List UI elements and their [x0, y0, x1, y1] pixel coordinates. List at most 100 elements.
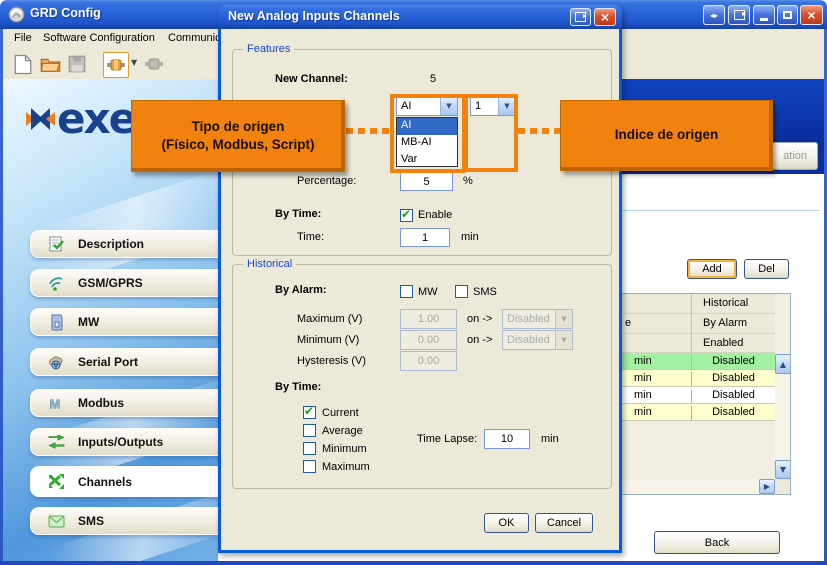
maximum-state-select[interactable]: Disabled▼ — [502, 309, 573, 329]
logo-text: exe — [57, 98, 135, 140]
time-lapse-input[interactable]: 10 — [484, 429, 530, 449]
average-label: Average — [322, 425, 363, 437]
maximum-checkbox[interactable] — [303, 460, 316, 473]
table-row[interactable]: minDisabled — [622, 387, 775, 404]
sms-checkbox[interactable] — [455, 285, 468, 298]
gsm-icon — [46, 274, 66, 292]
del-button[interactable]: Del — [744, 259, 789, 279]
panel-divider — [622, 210, 820, 211]
historical-by-time-label: By Time: — [275, 381, 321, 393]
maximum-input[interactable]: 1.00 — [400, 309, 457, 329]
time-lapse-label: Time Lapse: — [417, 433, 477, 445]
scrollbar-corner — [775, 479, 791, 495]
hysteresis-label: Hysteresis (V) — [297, 355, 366, 367]
maximum-on-label: on -> — [467, 313, 492, 325]
disconnected-device-icon[interactable] — [142, 52, 166, 76]
table-header-fragment: e — [625, 317, 631, 329]
minimum-checkbox[interactable] — [303, 442, 316, 455]
current-label: Current — [322, 407, 359, 419]
dialog-titlebar: New Analog Inputs Channels × — [218, 5, 622, 29]
sidebar-item-modbus[interactable]: M Modbus — [30, 389, 219, 417]
inputs-outputs-icon — [46, 433, 66, 451]
window-title: GRD Config — [30, 6, 101, 20]
minimum-input[interactable]: 0.00 — [400, 330, 457, 350]
time-label: Time: — [297, 231, 324, 243]
callout-source-type: Tipo de origen (Físico, Modbus, Script) — [131, 100, 345, 172]
toolbar-dropdown-arrow-icon[interactable]: ▼ — [131, 58, 137, 67]
time-lapse-unit: min — [541, 433, 559, 445]
percentage-unit: % — [463, 175, 473, 187]
minimum-option-label: Minimum — [322, 443, 367, 455]
window-border-bottom — [0, 561, 827, 565]
enable-checkbox[interactable] — [400, 209, 413, 222]
dialog-title: New Analog Inputs Channels — [228, 9, 400, 23]
time-input[interactable]: 1 — [400, 228, 450, 247]
percentage-input[interactable]: 5 — [400, 172, 453, 191]
modbus-icon: M — [46, 394, 66, 412]
table-column-divider — [691, 294, 692, 353]
ok-button[interactable]: OK — [484, 513, 529, 533]
table-row[interactable]: minDisabled — [622, 353, 775, 370]
minimum-label: Minimum (V) — [297, 334, 359, 346]
by-time-label: By Time: — [275, 208, 321, 220]
sidebar-item-mw[interactable]: MW — [30, 308, 219, 336]
table-header-by-alarm: e By Alarm — [622, 314, 775, 334]
new-channel-value: 5 — [430, 73, 436, 85]
dialog-close-icon[interactable]: × — [594, 8, 616, 26]
switch-panel-icon[interactable]: ◂▸ — [703, 5, 725, 25]
source-type-highlight — [390, 94, 466, 173]
percentage-label: Percentage: — [297, 175, 356, 187]
dialog-detach-icon[interactable] — [570, 8, 591, 26]
sms-label: SMS — [473, 286, 497, 298]
add-button[interactable]: Add — [687, 259, 737, 279]
sidebar-item-channels[interactable]: Channels — [30, 466, 219, 497]
source-index-highlight — [464, 94, 518, 172]
close-icon[interactable]: × — [800, 5, 823, 25]
scroll-up-icon[interactable]: ▲ — [775, 354, 791, 374]
maximum-label: Maximum (V) — [297, 313, 362, 325]
sms-icon — [46, 512, 66, 530]
description-icon — [46, 235, 66, 253]
menu-file[interactable]: File — [10, 32, 36, 44]
app-icon — [8, 6, 25, 23]
back-button[interactable]: Back — [654, 531, 780, 554]
callout-connector-right — [518, 128, 560, 134]
chevron-down-icon: ▼ — [555, 331, 572, 349]
dialog-new-analog-inputs-channels: New Analog Inputs Channels × Features Ne… — [218, 5, 622, 553]
by-alarm-label: By Alarm: — [275, 284, 327, 296]
open-folder-icon[interactable] — [38, 52, 62, 76]
horizontal-scrollbar[interactable] — [622, 479, 775, 495]
time-unit: min — [461, 231, 479, 243]
historical-legend: Historical — [243, 258, 296, 270]
enable-label: Enable — [418, 209, 452, 221]
average-checkbox[interactable] — [303, 424, 316, 437]
menu-software-configuration[interactable]: Software Configuration — [39, 32, 159, 44]
table-header-enabled: Enabled — [622, 334, 775, 353]
sidebar-item-sms[interactable]: SMS — [30, 507, 219, 535]
scroll-right-icon[interactable]: ▶ — [759, 479, 775, 494]
svg-text:M: M — [50, 396, 61, 411]
cancel-button[interactable]: Cancel — [535, 513, 593, 533]
detach-window-icon[interactable] — [728, 5, 750, 25]
new-file-icon[interactable] — [11, 52, 35, 76]
table-row[interactable]: minDisabled — [622, 370, 775, 387]
save-icon[interactable] — [65, 52, 89, 76]
serial-connector-icon[interactable] — [103, 52, 129, 78]
maximize-icon[interactable] — [777, 5, 798, 25]
minimize-icon[interactable] — [753, 5, 775, 25]
mw-label: MW — [418, 286, 438, 298]
minimum-state-select[interactable]: Disabled▼ — [502, 330, 573, 350]
hysteresis-input[interactable]: 0.00 — [400, 351, 457, 371]
sidebar-item-serial-port[interactable]: Serial Port — [30, 348, 219, 376]
sidebar-item-inputs-outputs[interactable]: Inputs/Outputs — [30, 428, 219, 456]
chevron-down-icon: ▼ — [555, 310, 572, 328]
minimum-on-label: on -> — [467, 334, 492, 346]
channels-table: Historical e By Alarm Enabled minDisable… — [621, 293, 791, 495]
sidebar-item-gsm-gprs[interactable]: GSM/GPRS — [30, 269, 219, 297]
current-checkbox[interactable] — [303, 406, 316, 419]
mw-checkbox[interactable] — [400, 285, 413, 298]
table-row[interactable]: minDisabled — [622, 404, 775, 421]
scroll-down-icon[interactable]: ▼ — [775, 460, 791, 479]
channels-icon — [46, 473, 66, 491]
sidebar-item-description[interactable]: Description — [30, 230, 219, 258]
